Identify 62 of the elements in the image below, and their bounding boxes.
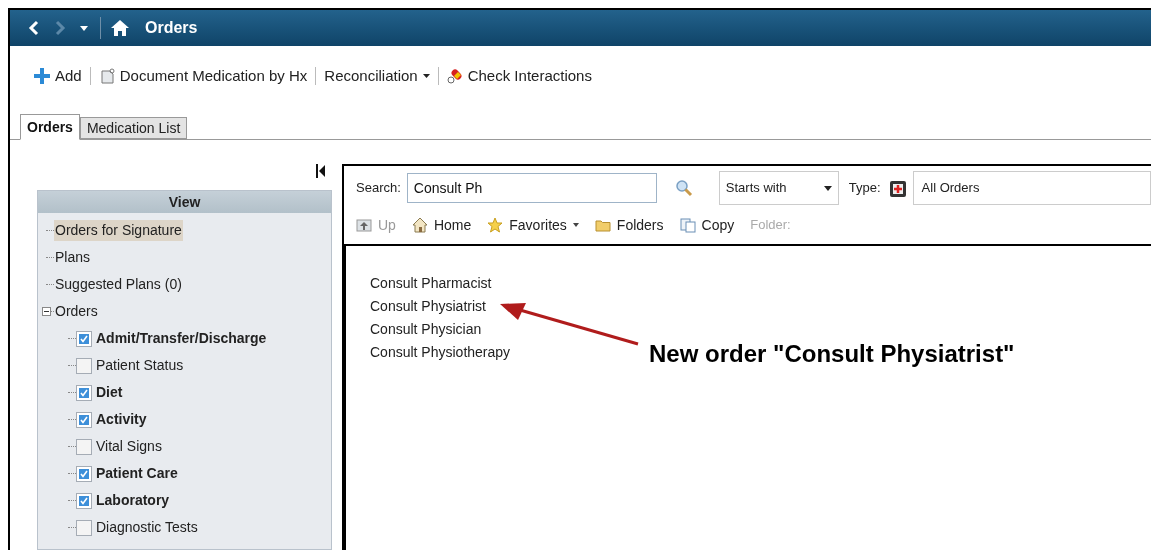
tree-item[interactable]: Diagnostic Tests [95,517,199,538]
nav-button[interactable]: Copy [679,214,735,236]
caret-icon [422,74,430,78]
checkbox[interactable] [76,519,92,536]
result-item[interactable]: Consult Physician [370,318,482,341]
result-item[interactable]: Consult Pharmacist [370,272,492,295]
checkbox[interactable] [76,357,92,374]
checkbox[interactable] [76,411,92,428]
nav-button[interactable]: Favorites [487,214,579,236]
plus-icon [34,68,50,84]
annotation-text: New order "Consult Physiatrist" [649,339,1015,369]
tab[interactable]: Medication List [79,117,188,139]
caret-icon [823,185,832,191]
toolbar-button[interactable]: Document Medication by Hx [98,62,308,90]
tree-item[interactable]: Patient Care [95,463,179,484]
checkbox[interactable] [76,330,92,347]
collapse-icon[interactable] [42,307,51,316]
order-type-icon [888,178,907,198]
checkbox[interactable] [76,384,92,401]
search-label: Search: [356,179,401,198]
checkbox[interactable] [76,492,92,509]
up-folder-icon [356,217,372,233]
tree-item[interactable]: Activity [95,409,148,430]
home-icon[interactable] [111,20,129,36]
tree-item[interactable]: Orders for Signature [54,220,183,241]
star-icon [487,217,504,233]
tree-item[interactable]: Vital Signs [95,436,163,457]
toolbar-button[interactable]: Add [34,62,82,90]
forward-icon[interactable] [54,20,66,36]
search-icon[interactable] [674,179,693,197]
folder-icon [594,217,611,233]
home-icon [411,217,428,233]
collapse-panel-icon[interactable] [316,164,326,178]
nav-button[interactable]: Home [411,214,472,236]
order-type-field[interactable]: All Orders [912,171,1151,205]
tree-item[interactable]: Admit/Transfer/Discharge [95,328,268,349]
checkbox[interactable] [76,438,92,455]
copy-icon [679,217,696,233]
window-title: Orders [145,18,198,38]
toolbar-button[interactable]: Check Interactions [446,62,592,90]
toolbar-button[interactable]: Reconciliation [324,62,430,90]
type-label: Type: [848,179,881,198]
checkbox[interactable] [76,465,92,482]
tree-item[interactable]: Diet [95,382,124,403]
dropdown-caret-icon[interactable] [80,25,88,31]
search-field[interactable]: Consult Ph [406,173,657,203]
result-item[interactable]: Consult Physiotherapy [370,341,511,364]
result-item[interactable]: Consult Physiatrist [370,295,486,318]
document-icon [98,68,115,84]
tab[interactable]: Orders [20,114,80,140]
back-icon[interactable] [28,20,40,36]
tree-item[interactable]: Suggested Plans (0) [54,274,183,295]
nav-button[interactable]: Folders [594,214,664,236]
tree-item[interactable]: Orders [54,301,99,322]
tree-item[interactable]: Patient Status [95,355,185,376]
tree-item[interactable]: Plans [54,247,92,268]
caret-icon [572,223,579,227]
folder-label: Folder: [750,216,791,235]
tree-item[interactable]: Laboratory [95,490,171,511]
panel-header: View [38,191,331,213]
match-mode-dropdown[interactable]: Starts with [718,171,839,205]
pill-icon [446,68,463,84]
